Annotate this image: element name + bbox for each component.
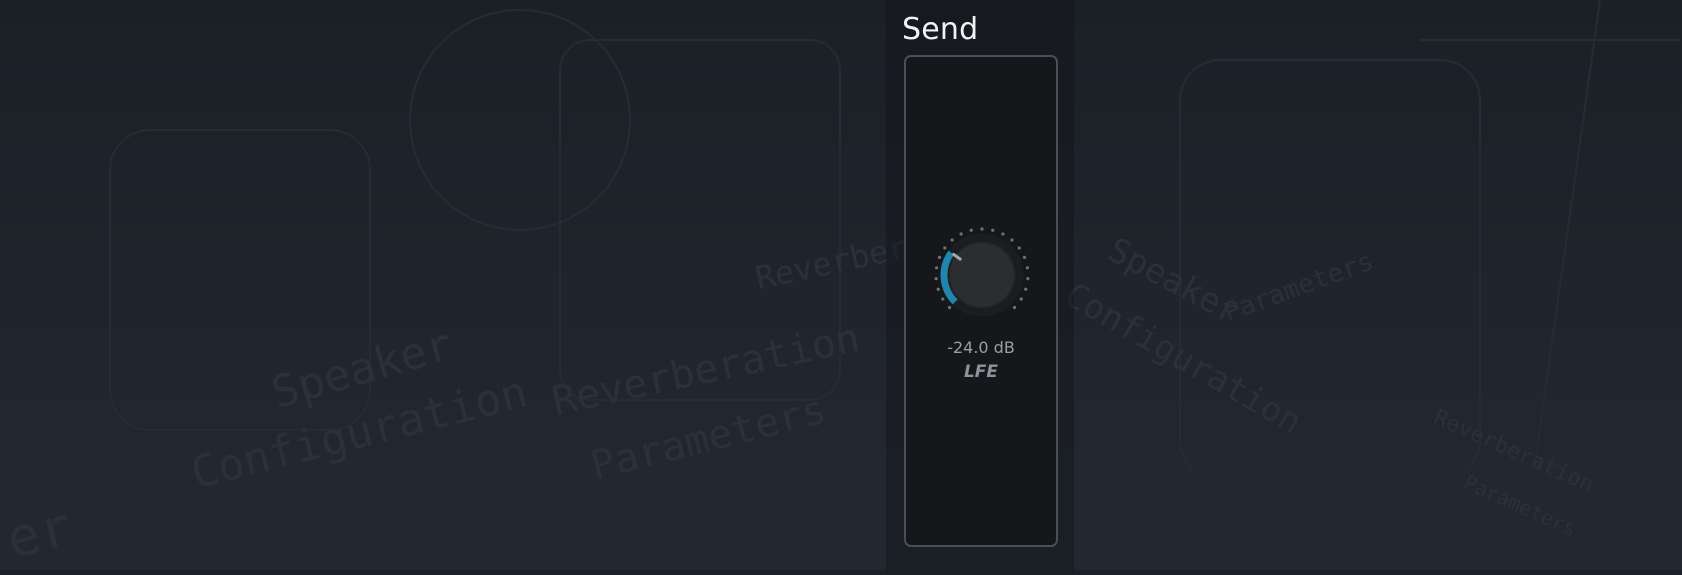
send-section-title: Send xyxy=(902,12,979,47)
knob-graphic xyxy=(934,227,1030,317)
background-word-parameters-3: Parameters xyxy=(1460,470,1581,541)
knob-scale-dot xyxy=(1022,255,1027,259)
knob-scale-dot xyxy=(991,228,995,232)
background-word-configuration-2: Configuration xyxy=(1058,275,1309,443)
knob-scale-dot xyxy=(943,246,947,250)
knob-scale-dot xyxy=(959,232,963,236)
background-word-parameters: Parameters xyxy=(586,386,831,490)
knob-scale-dot xyxy=(1010,238,1014,242)
lfe-send-knob[interactable] xyxy=(930,225,1030,325)
lfe-send-value: -24.0 dB xyxy=(947,338,1015,357)
background-word-speaker: Speaker xyxy=(266,318,459,420)
background-word-reverberation-3: Reverberation xyxy=(1429,405,1598,498)
knob-scale-dot xyxy=(941,297,945,301)
knob-scale-dot xyxy=(936,287,940,291)
knob-scale-dot xyxy=(1001,232,1005,236)
knob-scale-dot xyxy=(934,277,938,281)
knob-scale-dot xyxy=(934,266,939,270)
knob-scale-dot xyxy=(950,238,954,242)
background-word-er: er xyxy=(0,494,79,572)
background-word-parameters-2: Parameters xyxy=(1220,246,1378,329)
knob-scale-dot xyxy=(969,228,973,232)
knob-scale-dot xyxy=(1025,266,1030,270)
knob-scale-dot xyxy=(1017,246,1021,250)
knob-scale-dot xyxy=(937,255,942,259)
knob-scale-dot xyxy=(980,227,984,231)
knob-scale-dot xyxy=(1012,305,1017,310)
background-shapes xyxy=(0,0,1682,571)
knob-scale-dot xyxy=(1019,297,1023,301)
knob-scale-dot xyxy=(1026,277,1030,281)
knob-scale-dot xyxy=(1024,287,1028,291)
knob-cap xyxy=(948,241,1016,309)
background-word-reverberation: Reverberation xyxy=(548,314,864,425)
knob-scale-dot xyxy=(947,305,952,310)
background-artwork: Speaker Configuration Reverberation Para… xyxy=(0,0,1682,572)
background-word-speaker-2: Speaker xyxy=(1101,230,1247,333)
background-word-configuration: Configuration xyxy=(186,366,533,500)
lfe-send-label: LFE xyxy=(963,362,999,382)
